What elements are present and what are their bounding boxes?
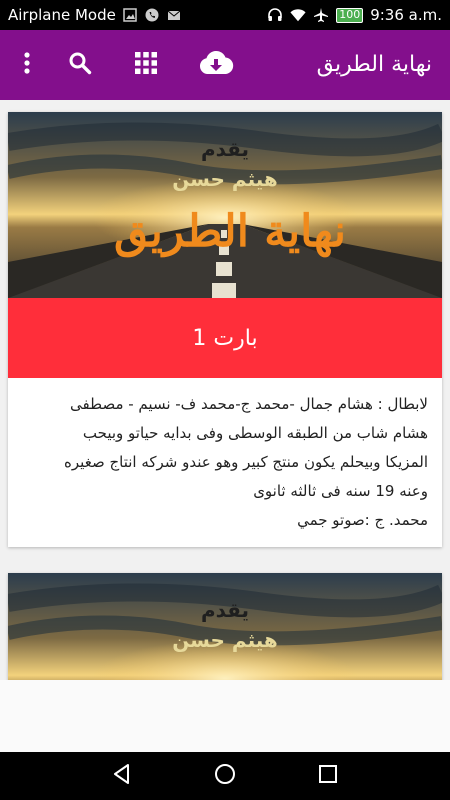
- cover-overlay-text: نهاية الطريق: [114, 206, 346, 258]
- recents-button[interactable]: [308, 756, 348, 796]
- page-title: نهاية الطريق: [316, 52, 432, 77]
- carrier-label: Airplane Mode: [8, 6, 116, 24]
- cover-overlay-text: يقدم: [201, 137, 249, 161]
- cover-overlay-text: هيثم حسن: [172, 628, 278, 652]
- download-button[interactable]: [195, 30, 237, 100]
- content-list[interactable]: يقدم هيثم حسن نهاية الطريق بارت 1 لابطال…: [0, 100, 450, 680]
- cover-image: يقدم هيثم حسن نهاية الطريق: [8, 112, 442, 298]
- battery-indicator: 100: [336, 7, 364, 23]
- part-banner[interactable]: بارت 1: [8, 298, 442, 378]
- cloud-download-icon: [198, 50, 234, 80]
- clock: 9:36 a.m.: [370, 6, 442, 24]
- cover-image: يقدم هيثم حسن: [8, 573, 442, 680]
- phone-icon: [144, 7, 160, 23]
- more-vert-icon: [24, 52, 30, 78]
- grid-icon: [134, 51, 158, 79]
- home-button[interactable]: [205, 756, 245, 796]
- airplane-icon: [313, 7, 329, 23]
- description-line: لابطال : هشام جمال -محمد ج-محمد ف- نسيم …: [70, 395, 428, 413]
- search-icon: [68, 51, 92, 79]
- home-icon: [214, 763, 236, 789]
- empty-area: [0, 680, 450, 752]
- description-line: هشام شاب من الطبقه الوسطى وفى بدايه حيات…: [82, 424, 428, 442]
- headphones-icon: [267, 7, 283, 23]
- back-button[interactable]: [102, 756, 142, 796]
- description-line: محمد. ج :صوتو جمي: [297, 511, 428, 529]
- grid-button[interactable]: [128, 30, 164, 100]
- search-button[interactable]: [60, 30, 100, 100]
- status-bar: Airplane Mode 100 9:36 a.m.: [0, 0, 450, 30]
- recents-icon: [318, 764, 338, 788]
- more-options-button[interactable]: [12, 30, 42, 100]
- image-icon: [122, 7, 138, 23]
- description-line: وعنه 19 سنه فى ثالثه ثانوى: [253, 482, 428, 500]
- card-description: لابطال : هشام جمال -محمد ج-محمد ف- نسيم …: [8, 378, 442, 547]
- app-bar: نهاية الطريق: [0, 30, 450, 100]
- wifi-icon: [290, 7, 306, 23]
- cover-overlay-text: هيثم حسن: [172, 167, 278, 191]
- list-item[interactable]: يقدم هيثم حسن نهاية الطريق بارت 1 لابطال…: [8, 112, 442, 547]
- description-line: المزيكا وبيحلم يكون منتج كبير وهو عندو ش…: [64, 453, 428, 471]
- back-icon: [111, 763, 133, 789]
- navigation-bar: [0, 752, 450, 800]
- list-item[interactable]: يقدم هيثم حسن: [8, 573, 442, 680]
- mail-icon: [166, 7, 182, 23]
- cover-overlay-text: يقدم: [201, 598, 249, 622]
